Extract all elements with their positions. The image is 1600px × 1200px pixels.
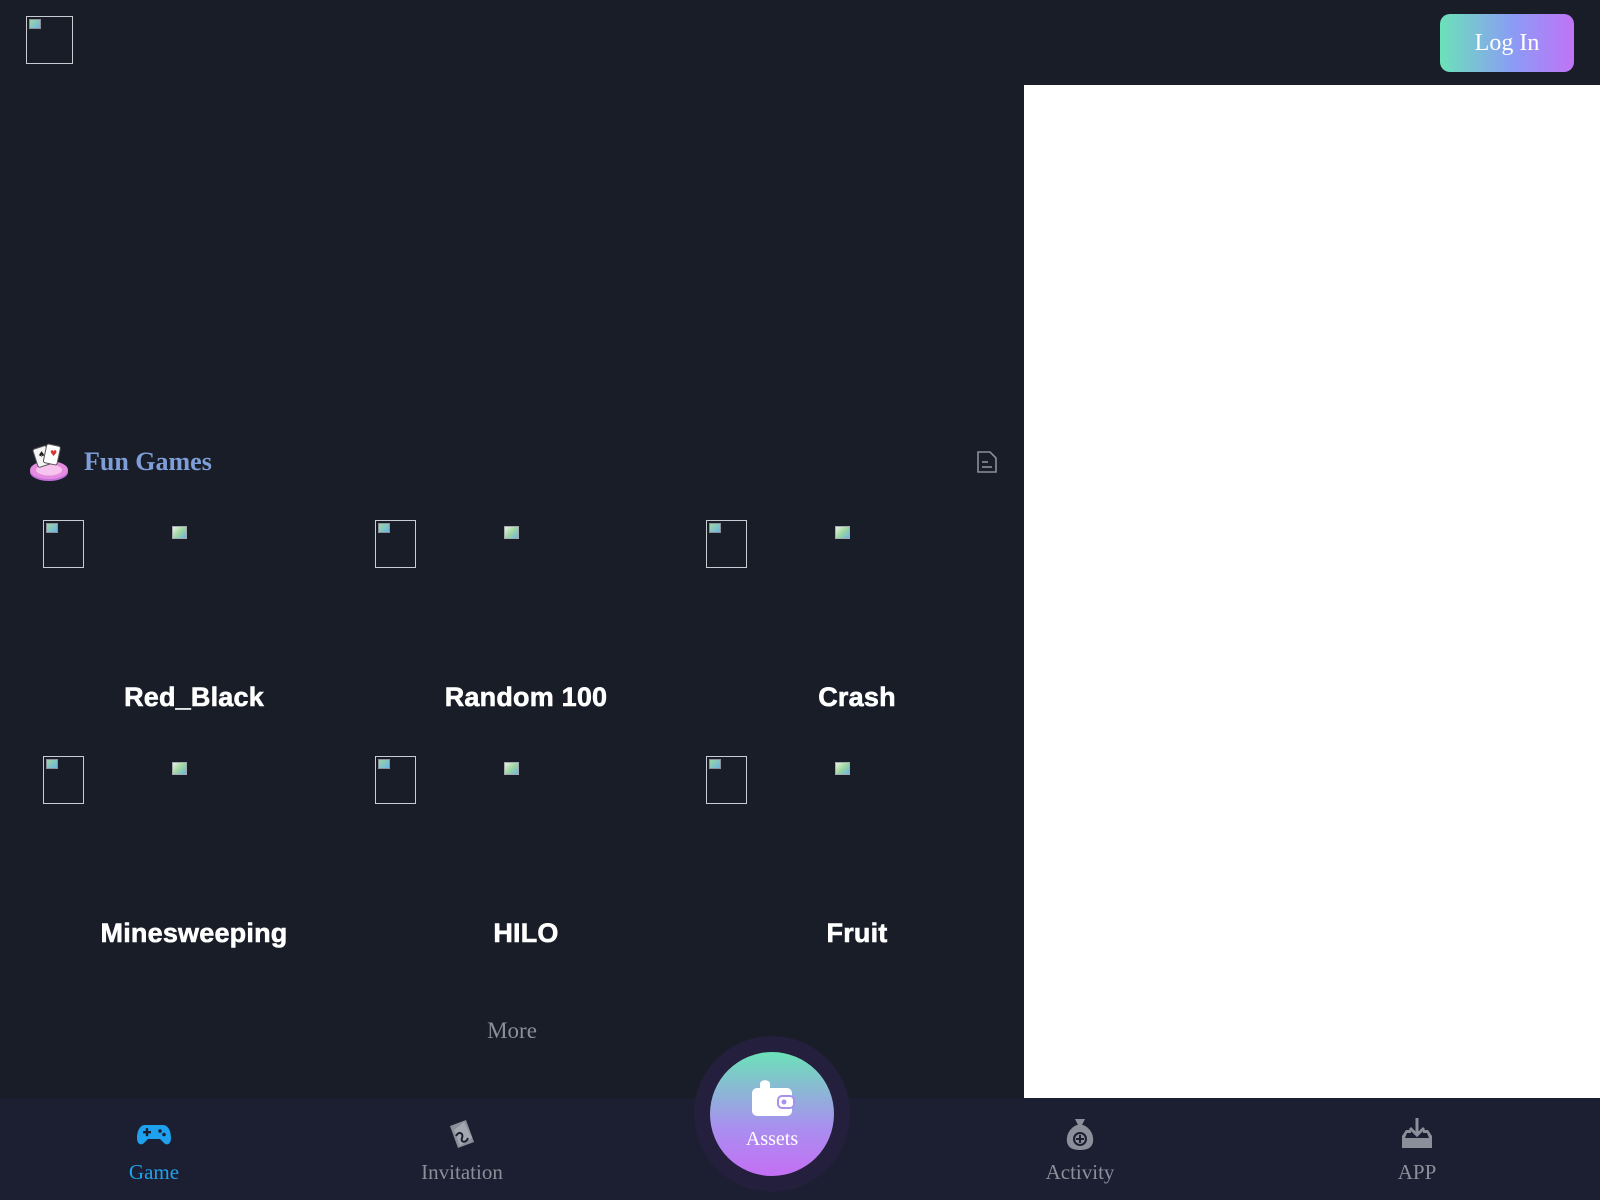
game-card-random-100[interactable]: Random 100: [360, 520, 692, 750]
nav-item-activity[interactable]: Activity: [990, 1098, 1170, 1200]
wallet-icon: [752, 1080, 795, 1116]
nav-label: APP: [1397, 1160, 1437, 1184]
nav-label: Assets: [745, 1128, 799, 1150]
game-name: Crash: [818, 682, 896, 713]
section-header: ♥ ♠ Fun Games: [28, 442, 1000, 486]
game-card-fruit[interactable]: Fruit: [691, 756, 1023, 986]
game-name: Minesweeping: [100, 918, 288, 949]
game-name: HILO: [493, 918, 559, 949]
login-button[interactable]: Log In: [1440, 14, 1574, 72]
invitation-icon: [450, 1120, 474, 1148]
nav-item-app[interactable]: APP: [1327, 1098, 1507, 1200]
game-card-red-black[interactable]: Red_Black: [28, 520, 360, 750]
site-logo[interactable]: [26, 16, 73, 64]
game-thumb-image: [504, 762, 519, 776]
nav-label: Invitation: [421, 1160, 503, 1184]
nav-label: Activity: [1045, 1160, 1115, 1184]
gamepad-icon: [137, 1125, 171, 1145]
game-cover-image: [375, 756, 416, 804]
svg-text:♥: ♥: [50, 449, 57, 458]
document-icon[interactable]: [976, 450, 998, 474]
game-thumb-image: [835, 526, 850, 540]
download-tray-icon: [1402, 1118, 1432, 1148]
svg-text:♠: ♠: [38, 450, 45, 459]
game-thumb-image: [172, 762, 187, 776]
game-thumb-image: [504, 526, 519, 540]
game-name: Fruit: [826, 918, 888, 949]
money-bag-icon: [1066, 1119, 1094, 1150]
game-card-crash[interactable]: Crash: [691, 520, 1023, 750]
more-link[interactable]: More: [440, 1018, 584, 1044]
section-title: Fun Games: [84, 447, 212, 476]
game-cover-image: [706, 520, 747, 568]
casino-chip-icon: ♥ ♠: [30, 443, 68, 481]
game-thumb-image: [835, 762, 850, 776]
game-name: Random 100: [444, 682, 608, 713]
game-cover-image: [43, 520, 84, 568]
nav-item-game[interactable]: Game: [64, 1098, 244, 1200]
nav-label: Game: [128, 1160, 180, 1184]
game-cover-image: [375, 520, 416, 568]
nav-item-invitation[interactable]: Invitation: [372, 1098, 552, 1200]
assets-button[interactable]: Assets: [710, 1052, 834, 1176]
game-card-minesweeping[interactable]: Minesweeping: [28, 756, 360, 986]
game-name: Red_Black: [124, 682, 264, 713]
game-cover-image: [706, 756, 747, 804]
game-card-hilo[interactable]: HILO: [360, 756, 692, 986]
game-cover-image: [43, 756, 84, 804]
game-thumb-image: [172, 526, 187, 540]
side-panel: [1024, 85, 1600, 1098]
